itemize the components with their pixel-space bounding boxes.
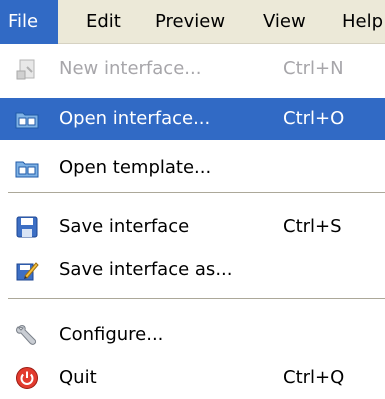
menu-file[interactable]: File [0, 0, 58, 44]
menu-preview[interactable]: Preview [155, 0, 225, 44]
menu-item-label: Open template... [59, 157, 212, 178]
menu-item-shortcut: Ctrl+S [283, 216, 342, 237]
wrench-icon [15, 323, 39, 347]
floppy-disk-icon [15, 215, 39, 239]
open-folder-icon [15, 156, 39, 180]
menu-help[interactable]: Help [342, 0, 383, 44]
menu-item-label: Save interface as... [59, 259, 233, 280]
menu-edit[interactable]: Edit [86, 0, 121, 44]
menu-item-quit[interactable]: Quit Ctrl+Q [0, 357, 385, 399]
menu-item-label: Quit [59, 367, 97, 388]
menu-item-save-interface[interactable]: Save interface Ctrl+S [0, 206, 385, 248]
open-folder-icon [15, 107, 39, 131]
menu-separator [8, 298, 385, 300]
menu-item-configure[interactable]: Configure... [0, 314, 385, 356]
menu-bar: File Edit Preview View Help [0, 0, 385, 44]
file-menu-dropdown: New interface... Ctrl+N Open interface..… [0, 44, 385, 394]
power-icon [15, 366, 39, 390]
menu-item-new-interface[interactable]: New interface... Ctrl+N [0, 48, 385, 90]
menu-item-label: New interface... [59, 58, 202, 79]
menu-view[interactable]: View [263, 0, 306, 44]
menu-item-shortcut: Ctrl+N [283, 58, 344, 79]
menu-item-open-interface[interactable]: Open interface... Ctrl+O [0, 98, 385, 140]
menu-item-open-template[interactable]: Open template... [0, 147, 385, 189]
menu-item-label: Configure... [59, 324, 164, 345]
menu-item-save-interface-as[interactable]: Save interface as... [0, 249, 385, 291]
menu-item-label: Open interface... [59, 108, 211, 129]
new-interface-icon [15, 57, 39, 81]
menu-item-shortcut: Ctrl+O [283, 108, 345, 129]
menu-separator [8, 192, 385, 194]
menu-item-shortcut: Ctrl+Q [283, 367, 345, 388]
menu-item-label: Save interface [59, 216, 190, 237]
save-as-pencil-icon [15, 258, 39, 282]
